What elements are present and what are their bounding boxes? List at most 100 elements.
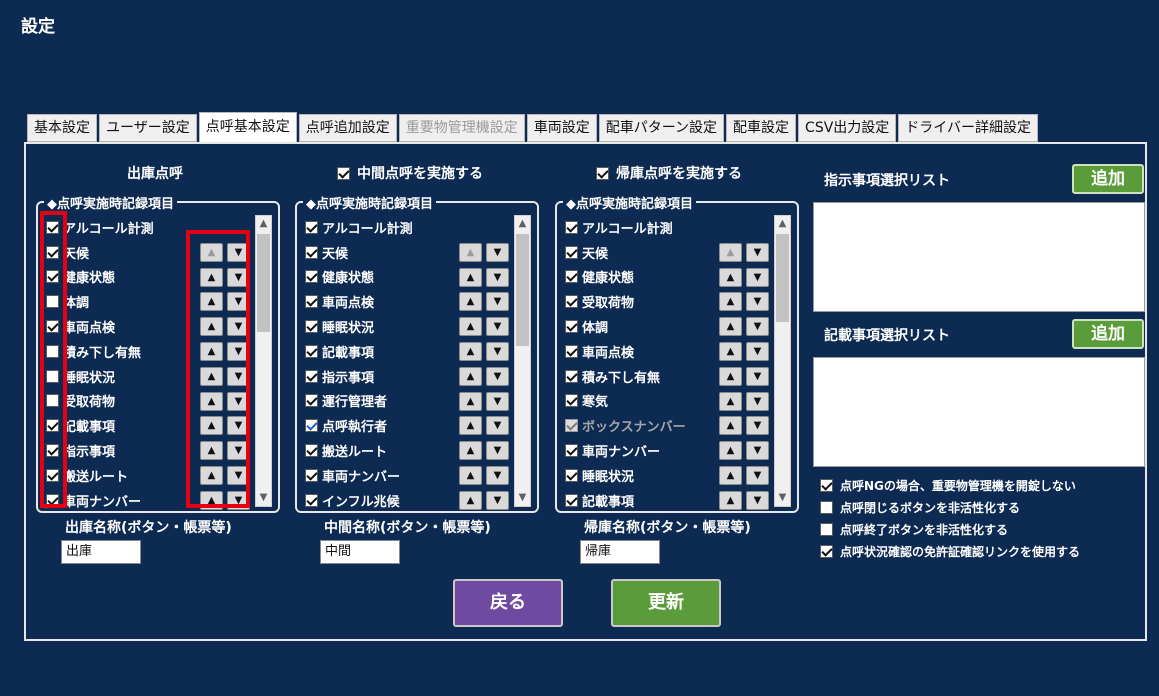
record-item-checkbox[interactable] [565,468,578,482]
record-item-checkbox[interactable] [565,369,578,383]
option-row[interactable]: 点呼NGの場合、重要物管理機を開錠しない [820,477,1076,494]
option-checkbox[interactable] [820,545,833,558]
record-item-checkbox[interactable] [565,394,578,408]
move-down-icon[interactable]: ▼ [486,490,509,510]
move-up-icon[interactable]: ▲ [459,441,482,461]
option-checkbox[interactable] [820,523,833,536]
tab-9[interactable]: ドライバー詳細設定 [898,114,1039,142]
move-up-icon[interactable]: ▲ [459,416,482,436]
move-down-icon[interactable]: ▼ [486,416,509,436]
move-up-icon[interactable]: ▲ [719,490,742,510]
option-row[interactable]: 点呼終了ボタンを非活性化する [820,521,1008,538]
tab-6[interactable]: 配車パターン設定 [598,114,725,142]
move-up-icon[interactable]: ▲ [459,391,482,411]
scroll-down-icon[interactable]: ▼ [775,490,790,506]
record-item-checkbox[interactable] [565,220,578,234]
move-down-icon[interactable]: ▼ [486,242,509,262]
tab-1[interactable]: ユーザー設定 [99,114,197,142]
return-header[interactable]: 帰庫点呼を実施する [596,163,742,183]
middle-scrollbar[interactable]: ▲ ▼ [514,215,531,507]
back-button[interactable]: 戻る [453,579,563,627]
tab-8[interactable]: CSV出力設定 [798,114,897,142]
option-row[interactable]: 点呼状況確認の免許証確認リンクを使用する [820,543,1080,560]
record-item-checkbox[interactable] [305,493,318,507]
scroll-down-icon[interactable]: ▼ [256,490,271,506]
tab-2[interactable]: 点呼基本設定 [198,112,297,142]
move-up-icon[interactable]: ▲ [459,490,482,510]
record-item-checkbox[interactable] [305,270,318,284]
entry-add-button[interactable]: 追加 [1072,319,1144,349]
option-checkbox[interactable] [820,501,833,514]
instruction-add-button[interactable]: 追加 [1072,164,1144,194]
move-down-icon[interactable]: ▼ [486,292,509,312]
move-down-icon[interactable]: ▼ [486,341,509,361]
record-item-checkbox[interactable] [565,270,578,284]
record-item-checkbox[interactable] [565,320,578,334]
move-down-icon[interactable]: ▼ [486,465,509,485]
scroll-up-icon[interactable]: ▲ [775,216,790,232]
move-up-icon[interactable]: ▲ [459,292,482,312]
move-up-icon[interactable]: ▲ [719,416,742,436]
record-item-checkbox[interactable] [565,444,578,458]
scroll-down-icon[interactable]: ▼ [515,490,530,506]
return-enable-checkbox[interactable] [596,166,609,180]
move-down-icon[interactable]: ▼ [746,341,769,361]
return-name-input[interactable]: 帰庫 [580,540,660,564]
move-down-icon[interactable]: ▼ [746,292,769,312]
move-down-icon[interactable]: ▼ [746,242,769,262]
move-up-icon[interactable]: ▲ [459,366,482,386]
move-up-icon[interactable]: ▲ [719,465,742,485]
option-row[interactable]: 点呼閉じるボタンを非活性化する [820,499,1020,516]
move-up-icon[interactable]: ▲ [719,292,742,312]
option-checkbox[interactable] [820,479,833,492]
tab-7[interactable]: 配車設定 [726,114,797,142]
move-down-icon[interactable]: ▼ [746,490,769,510]
move-up-icon[interactable]: ▲ [719,366,742,386]
middle-enable-checkbox[interactable] [337,166,350,180]
move-down-icon[interactable]: ▼ [746,267,769,287]
tab-3[interactable]: 点呼追加設定 [298,114,397,142]
move-up-icon[interactable]: ▲ [719,441,742,461]
move-down-icon[interactable]: ▼ [746,366,769,386]
move-down-icon[interactable]: ▼ [746,317,769,337]
record-item-checkbox[interactable] [565,493,578,507]
move-down-icon[interactable]: ▼ [486,267,509,287]
move-down-icon[interactable]: ▼ [746,465,769,485]
middle-name-input[interactable]: 中間 [320,540,400,564]
scroll-thumb[interactable] [257,234,270,332]
record-item-checkbox[interactable] [305,394,318,408]
tab-5[interactable]: 車両設定 [526,114,597,142]
record-item-checkbox[interactable] [565,295,578,309]
record-item-checkbox[interactable] [305,419,318,433]
move-up-icon[interactable]: ▲ [459,317,482,337]
move-down-icon[interactable]: ▼ [486,391,509,411]
move-down-icon[interactable]: ▼ [746,416,769,436]
middle-header[interactable]: 中間点呼を実施する [337,163,483,183]
move-up-icon[interactable]: ▲ [719,317,742,337]
scroll-up-icon[interactable]: ▲ [256,216,271,232]
tab-0[interactable]: 基本設定 [27,114,97,142]
scroll-up-icon[interactable]: ▲ [515,216,530,232]
record-item-checkbox[interactable] [305,369,318,383]
move-up-icon[interactable]: ▲ [459,465,482,485]
record-item-checkbox[interactable] [565,344,578,358]
record-item-checkbox[interactable] [305,444,318,458]
record-item-checkbox[interactable] [305,320,318,334]
scroll-thumb[interactable] [516,234,529,346]
record-item-checkbox[interactable] [305,468,318,482]
entry-list-box[interactable] [813,357,1145,467]
departure-name-input[interactable]: 出庫 [61,540,141,564]
move-up-icon[interactable]: ▲ [719,341,742,361]
move-up-icon[interactable]: ▲ [719,391,742,411]
move-down-icon[interactable]: ▼ [486,441,509,461]
instruction-list-box[interactable] [813,202,1145,312]
record-item-checkbox[interactable] [305,245,318,259]
departure-scrollbar[interactable]: ▲ ▼ [255,215,272,507]
record-item-checkbox[interactable] [565,245,578,259]
return-scrollbar[interactable]: ▲ ▼ [774,215,791,507]
move-up-icon[interactable]: ▲ [719,267,742,287]
record-item-checkbox[interactable] [305,344,318,358]
move-down-icon[interactable]: ▼ [746,441,769,461]
move-down-icon[interactable]: ▼ [486,366,509,386]
move-down-icon[interactable]: ▼ [746,391,769,411]
